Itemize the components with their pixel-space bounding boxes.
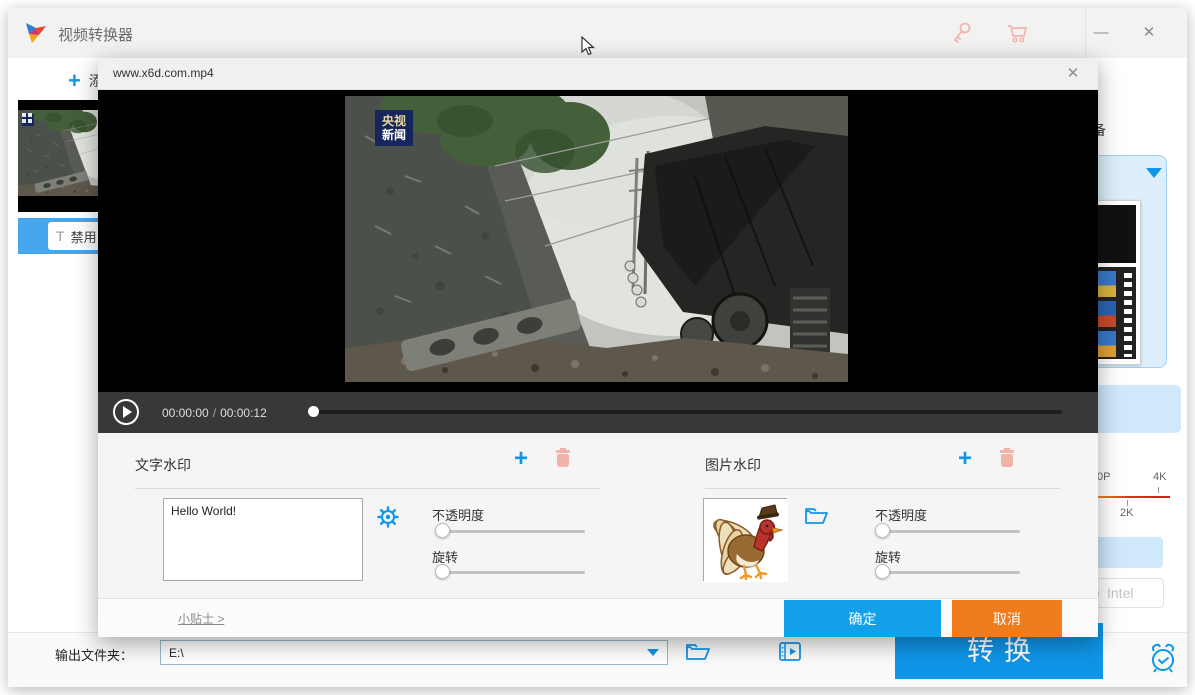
delete-image-watermark-button[interactable] [1000,450,1014,468]
resolution-4k-label: 4K [1153,471,1166,483]
watermark-panel: 文字水印 + Hello World! 不透明度 旋转 [98,433,1098,598]
plus-icon: + [68,68,81,93]
dialog-close-button[interactable]: ✕ [1058,58,1088,90]
seek-slider[interactable] [310,405,1062,419]
text-opacity-label: 不透明度 [432,505,484,524]
video-preview-area: 央视 新闻 [98,90,1098,392]
image-opacity-label: 不透明度 [875,505,927,524]
time-current: 00:00:00 [162,406,209,420]
output-folder-combobox[interactable]: E:\ [160,640,668,665]
cart-icon[interactable] [1004,21,1030,45]
text-settings-gear-icon[interactable] [377,506,399,528]
image-rotate-slider[interactable] [877,564,1020,580]
text-rotate-handle[interactable] [435,564,450,579]
play-icon [123,406,132,418]
seek-handle[interactable] [308,406,319,417]
playback-bar: 00:00:00/00:00:12 [98,392,1098,433]
register-key-icon[interactable] [949,21,975,45]
ok-button[interactable]: 确定 [784,600,941,637]
intel-word: Intel [1107,585,1133,601]
scale-tick-2k [1127,500,1128,506]
resolution-2k-label: 2K [1120,507,1133,519]
text-opacity-handle[interactable] [435,523,450,538]
tips-link[interactable]: 小贴士 > [178,610,224,627]
add-text-watermark-button[interactable]: + [514,445,528,473]
grid-icon [22,113,32,123]
app-title: 视频转换器 [58,24,133,45]
image-rotate-handle[interactable] [875,564,890,579]
cancel-button[interactable]: 取消 [952,600,1062,637]
scale-tick-4k [1158,487,1159,493]
seek-track[interactable] [310,410,1062,414]
text-tool-icon: T [56,228,65,244]
window-titlebar: 视频转换器 — ✕ [8,8,1187,58]
watermark-image-preview[interactable] [703,498,787,581]
text-watermark-title: 文字水印 [135,455,191,475]
dialog-title: www.x6d.com.mp4 [113,66,214,80]
format-dropdown-caret-icon[interactable] [1146,168,1162,178]
open-output-folder-icon[interactable] [684,639,712,665]
time-duration: 00:00:12 [220,406,267,420]
text-rotate-slider[interactable] [437,564,585,580]
text-opacity-slider[interactable] [437,523,585,539]
app-logo-icon [23,20,49,46]
resolution-left-label: 0P [1097,471,1110,483]
screen: 视频转换器 — ✕ +添 [0,0,1195,695]
schedule-alarm-icon[interactable] [1146,641,1180,675]
image-watermark-title: 图片水印 [705,455,761,475]
dialog-titlebar: www.x6d.com.mp4 ✕ [98,58,1098,90]
play-button[interactable] [113,399,139,425]
add-image-watermark-button[interactable]: + [958,445,972,473]
combo-caret-icon[interactable] [647,649,659,656]
text-watermark-divider [135,488,600,489]
bottom-bar: 输出文件夹： E:\ 转换 [8,632,1187,687]
watermark-dialog: www.x6d.com.mp4 ✕ 央视 新闻 00:00:00/00:00:1… [98,58,1098,637]
browse-image-folder-icon[interactable] [804,505,830,527]
mouse-cursor [580,36,596,58]
output-folder-value: E:\ [169,646,647,660]
watermark-text-input[interactable]: Hello World! [163,498,363,581]
disable-label: 禁用 [71,227,97,246]
delete-text-watermark-button[interactable] [556,450,570,468]
cctv-news-watermark: 央视 新闻 [375,110,413,146]
minimize-button[interactable]: — [1078,8,1124,58]
video-image [345,96,848,382]
image-opacity-handle[interactable] [875,523,890,538]
output-folder-label: 输出文件夹： [55,645,133,664]
preview-file-icon[interactable] [776,639,804,665]
close-window-button[interactable]: ✕ [1126,8,1172,58]
time-display: 00:00:00/00:00:12 [162,406,267,420]
video-frame: 央视 新闻 [345,96,848,382]
turkey-image [704,499,788,582]
dialog-footer: 小贴士 > 确定 取消 [98,598,1098,637]
image-watermark-divider [705,488,1060,489]
image-opacity-slider[interactable] [877,523,1020,539]
